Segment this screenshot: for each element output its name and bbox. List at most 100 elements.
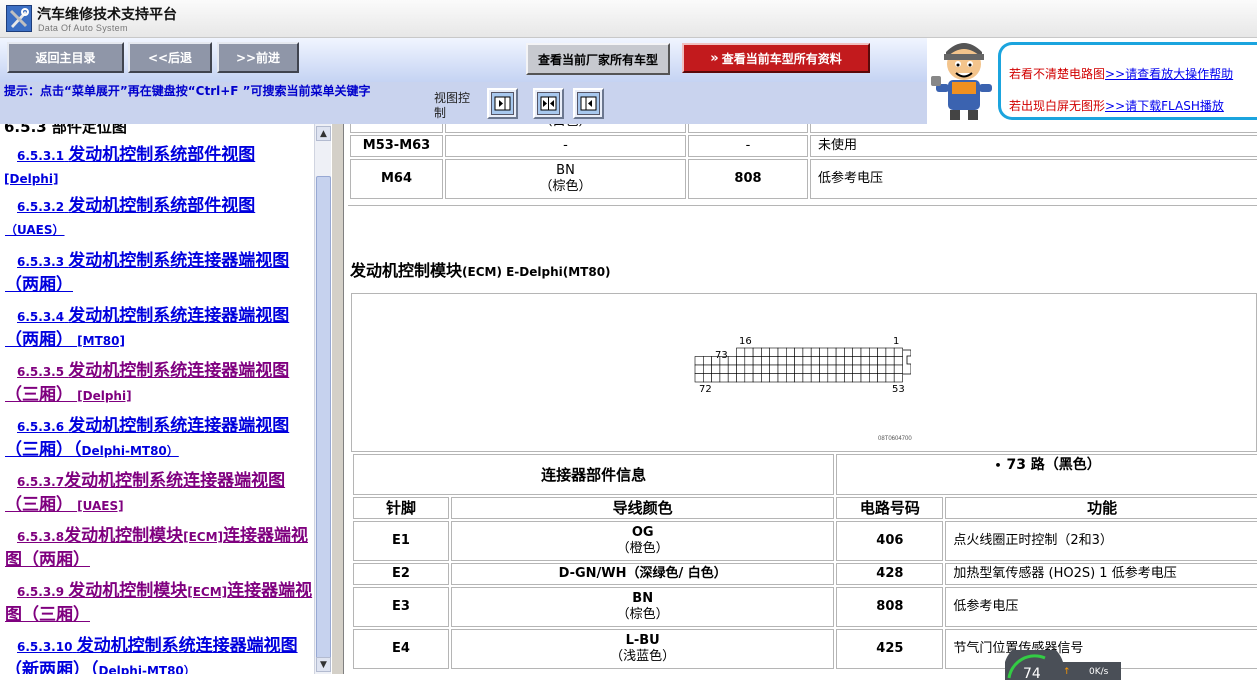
connector-pin-cell xyxy=(844,373,853,383)
network-speed-widget: 74 ↑ 0K/s xyxy=(1005,650,1121,680)
scroll-up-icon[interactable]: ▲ xyxy=(316,126,331,141)
function-cell: 未使用 xyxy=(810,135,1257,157)
help-banner: 若看不清楚电路图>>请查看放大操作帮助 若出现白屏无图形>>请下载FLASH播放 xyxy=(927,38,1257,124)
table-row: （白色） xyxy=(350,124,1257,133)
connector-diagram: 16 1 73 72 53 08T0604700 xyxy=(351,293,1257,452)
connector-pin-cell xyxy=(885,364,895,374)
connector-pin-cell xyxy=(885,373,895,383)
scroll-down-icon[interactable]: ▼ xyxy=(316,657,331,672)
panel-splitter[interactable] xyxy=(331,124,344,674)
connector-pin-cell xyxy=(794,356,804,366)
connector-pin-cell xyxy=(752,356,762,366)
connector-pin-cell xyxy=(769,356,779,366)
tree-item-6-5-3-8[interactable]: 6.5.3.8发动机控制模块[ECM]连接器端视图（两厢） xyxy=(5,525,313,573)
connector-pin-cell xyxy=(810,373,820,383)
hint-row: 提示：点击“菜单展开”再在键盘按“Ctrl+F ”可搜索当前菜单关键字 视图控制 xyxy=(0,82,927,124)
all-docs-button[interactable]: » 查看当前车型所有资料 xyxy=(682,43,870,73)
connector-pin-cell xyxy=(827,356,837,366)
connector-pin-cell xyxy=(727,373,737,383)
flash-download-link[interactable]: >>请下载FLASH播放 xyxy=(1105,99,1224,113)
tree-scrollbar[interactable]: ▲ ▼ xyxy=(314,124,331,674)
tree-item-6-5-3-6[interactable]: 6.5.3.6 发动机控制系统连接器端视图（三厢）（Delphi-MT80） xyxy=(5,415,313,463)
table-row: E3 BN （棕色） 808 低参考电压 xyxy=(353,587,1257,627)
tree-section-header[interactable]: 6.5.3 部件定位图 xyxy=(4,124,127,137)
back-button[interactable]: <<后退 xyxy=(128,42,212,73)
connector-pin-cell xyxy=(711,364,721,374)
connector-pin-cell xyxy=(844,364,853,374)
tree-item-6-5-3-5[interactable]: 6.5.3.5 发动机控制系统连接器端视图（三厢） [Delphi] xyxy=(5,360,313,408)
view-expand-right-button[interactable] xyxy=(573,88,604,119)
connector-pin-cell xyxy=(802,364,812,374)
connector-pin-cell xyxy=(727,356,737,366)
help-line-flash: 若出现白屏无图形>>请下载FLASH播放 xyxy=(1009,97,1224,114)
toolbar: 返回主目录 <<后退 >>前进 查看当前厂家所有车型 » 查看当前车型所有资料 xyxy=(0,38,927,82)
connector-pin-cell xyxy=(885,347,895,357)
forward-button[interactable]: >>前进 xyxy=(217,42,299,73)
pin-cell: M53-M63 xyxy=(350,135,443,157)
pin-label-bottom-left: 72 xyxy=(699,384,712,395)
connector-pin-cell xyxy=(877,373,887,383)
connector-pin-cell xyxy=(860,364,870,374)
zoom-help-link[interactable]: >>请查看放大操作帮助 xyxy=(1105,67,1233,81)
tree-item-6-5-3-9[interactable]: 6.5.3.9 发动机控制模块[ECM]连接器端视图（三厢） xyxy=(5,580,313,628)
tree-item-6-5-3-2[interactable]: 6.5.3.2 发动机控制系统部件视图 （UAES） xyxy=(5,195,313,242)
connector-pin-cell xyxy=(852,364,862,374)
tree-item-6-5-3-1[interactable]: 6.5.3.1 发动机控制系统部件视图 [Delphi] xyxy=(4,144,313,191)
tree-scroll-thumb[interactable] xyxy=(316,176,331,662)
connector-pin-cell xyxy=(744,373,754,383)
help-zoom-prefix: 若看不清楚电路图 xyxy=(1009,67,1106,81)
connector-pin-cell xyxy=(794,347,804,357)
tree-item-6-5-3-3[interactable]: 6.5.3.3 发动机控制系统连接器端视图（两厢） xyxy=(5,250,313,298)
connector-pin-cell xyxy=(893,373,903,383)
view-control-label: 视图控制 xyxy=(434,91,471,120)
pin-color-cell: D-GN/WH（深绿色/ 白色） xyxy=(451,563,835,585)
upload-arrow-icon: ↑ xyxy=(1063,667,1071,677)
function-cell: 加热型氧传感器 (HO2S) 1 低参考电压 xyxy=(945,563,1257,585)
connector-pin-cell xyxy=(877,347,887,357)
pin-cell: M64 xyxy=(350,159,443,199)
circuit-cell: 808 xyxy=(836,587,944,627)
panel-left-arrow-icon xyxy=(577,92,600,115)
connector-pin-cell xyxy=(860,356,870,366)
connector-pin-cell xyxy=(869,373,878,383)
table-row: E2 D-GN/WH（深绿色/ 白色） 428 加热型氧传感器 (HO2S) 1… xyxy=(353,563,1257,585)
tree-item-6-5-3-10[interactable]: 6.5.3.10 发动机控制系统连接器端视图（新两厢）（Delphi-MT80） xyxy=(5,635,313,674)
connector-pin-cell xyxy=(769,373,779,383)
top-pin-table: （白色） M53-M63 - - 未使用 M64 BN（棕色） 808 低参考电… xyxy=(348,124,1257,201)
search-hint-text: 提示：点击“菜单展开”再在键盘按“Ctrl+F ”可搜索当前菜单关键字 xyxy=(4,84,371,98)
connector-pin-cell xyxy=(827,347,837,357)
connector-pin-cell xyxy=(835,356,845,366)
function-cell: 点火线圈正时控制（2和3） xyxy=(945,521,1257,561)
home-button[interactable]: 返回主目录 xyxy=(7,42,124,73)
connector-pin-cell xyxy=(736,373,746,383)
connector-pin-cell xyxy=(752,373,762,383)
connector-pin-cell xyxy=(860,373,870,383)
view-expand-left-button[interactable] xyxy=(487,88,518,119)
connector-pin-cell xyxy=(860,347,870,357)
connector-pin-cell xyxy=(802,356,812,366)
connector-info-label: 连接器部件信息 xyxy=(353,454,835,495)
connector-pin-cell xyxy=(844,347,853,357)
connector-pin-cell xyxy=(694,373,704,383)
circuit-cell: - xyxy=(688,135,808,157)
connector-pin-cell xyxy=(761,373,771,383)
connector-pin-cell xyxy=(769,347,779,357)
connector-pin-cell xyxy=(885,356,895,366)
divider xyxy=(348,205,1257,206)
panel-split-arrows-icon xyxy=(537,92,560,115)
circuit-cell: 428 xyxy=(836,563,944,585)
connector-pin-cell xyxy=(893,356,903,366)
connector-end-view-diagram: 16 1 73 72 53 xyxy=(694,336,911,395)
all-models-button[interactable]: 查看当前厂家所有车型 xyxy=(526,43,670,75)
connector-pin-cell xyxy=(761,356,771,366)
circuit-cell: 808 xyxy=(688,159,808,199)
connector-pin-cell xyxy=(736,364,746,374)
tree-item-6-5-3-4[interactable]: 6.5.3.4 发动机控制系统连接器端视图（两厢） [MT80] xyxy=(5,305,313,353)
connector-pin-cell xyxy=(869,364,878,374)
connector-pin-cell xyxy=(852,356,862,366)
circuit-cell: 425 xyxy=(836,629,944,669)
tree-item-6-5-3-7[interactable]: 6.5.3.7发动机控制系统连接器端视图（三厢） [UAES] xyxy=(5,470,313,518)
view-split-button[interactable] xyxy=(533,88,564,119)
connector-pin-cell xyxy=(810,364,820,374)
table-header-row: 针脚 导线颜色 电路号码 功能 xyxy=(353,497,1257,519)
